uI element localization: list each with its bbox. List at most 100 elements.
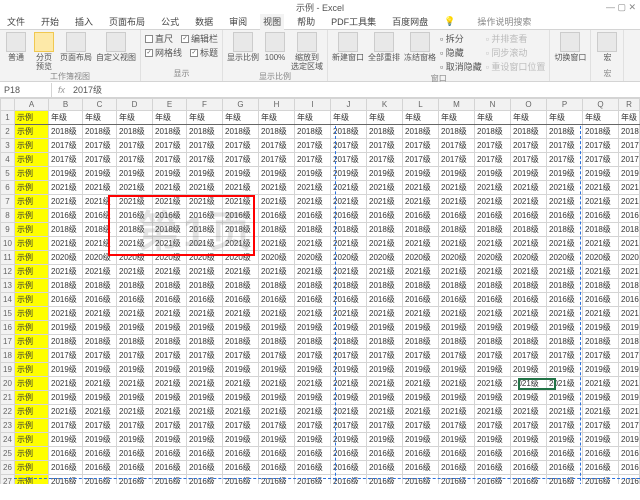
cell[interactable]: 2016级 <box>223 209 259 223</box>
cell[interactable]: 2021级 <box>117 195 153 209</box>
cell[interactable]: 2017级 <box>187 139 223 153</box>
cell[interactable]: 2016级 <box>403 447 439 461</box>
cell[interactable]: 2020级 <box>439 251 475 265</box>
view-0[interactable]: 普通 <box>4 32 28 71</box>
cell[interactable]: 2017级 <box>547 419 583 433</box>
cell[interactable]: 2018级 <box>475 335 511 349</box>
cell[interactable]: 2018级 <box>49 125 83 139</box>
tell-me[interactable]: 操作说明搜索 <box>474 13 534 30</box>
cell[interactable]: 2021级 <box>367 307 403 321</box>
cell[interactable]: 2019级 <box>223 167 259 181</box>
cell[interactable]: 2016级 <box>331 461 367 475</box>
cell[interactable]: 2019级 <box>223 433 259 447</box>
cell[interactable]: 2021级 <box>117 377 153 391</box>
cell[interactable]: 2021级 <box>583 181 619 195</box>
cell[interactable]: 2020级 <box>49 251 83 265</box>
cell[interactable]: 2018级 <box>511 335 547 349</box>
col-F[interactable]: F <box>187 99 223 111</box>
cell[interactable]: 2016级 <box>187 461 223 475</box>
cell[interactable]: 2021级 <box>153 405 187 419</box>
cell[interactable]: 2016级 <box>439 293 475 307</box>
cell[interactable]: 2021级 <box>295 181 331 195</box>
cell[interactable]: 2021级 <box>331 307 367 321</box>
cell[interactable]: 2019级 <box>511 433 547 447</box>
cell[interactable]: 2016级 <box>223 475 259 485</box>
cell[interactable]: 2019级 <box>223 391 259 405</box>
cell[interactable]: 2021级 <box>187 307 223 321</box>
cell[interactable]: 2016级 <box>117 209 153 223</box>
cell[interactable]: 2018级 <box>187 335 223 349</box>
cell[interactable]: 2021级 <box>547 265 583 279</box>
row-8[interactable]: 8 <box>1 209 15 223</box>
cell[interactable]: 2019级 <box>223 363 259 377</box>
cell[interactable]: 年级 <box>117 111 153 125</box>
cell[interactable]: 2021级 <box>439 195 475 209</box>
cell[interactable]: 2016级 <box>331 209 367 223</box>
cell[interactable]: 2017级 <box>511 139 547 153</box>
cell[interactable]: 2017级 <box>439 349 475 363</box>
cell[interactable]: 2020级 <box>547 251 583 265</box>
cell[interactable]: 2019级 <box>475 391 511 405</box>
cell[interactable]: 2016级 <box>583 461 619 475</box>
cell[interactable]: 2016级 <box>187 209 223 223</box>
cell[interactable]: 2021级 <box>583 307 619 321</box>
row-26[interactable]: 26 <box>1 461 15 475</box>
cell[interactable]: 年级 <box>439 111 475 125</box>
cell[interactable]: 2016级 <box>153 447 187 461</box>
cell[interactable]: 2017级 <box>83 419 117 433</box>
cell[interactable]: 2021级 <box>259 195 295 209</box>
row-10[interactable]: 10 <box>1 237 15 251</box>
cell[interactable]: 2018级 <box>223 125 259 139</box>
cell[interactable]: 2016级 <box>295 461 331 475</box>
cell[interactable]: 2018级 <box>153 279 187 293</box>
cell[interactable]: 2016级 <box>475 475 511 485</box>
cell[interactable]: 2021级 <box>117 405 153 419</box>
cell[interactable]: 2016级 <box>83 461 117 475</box>
cell[interactable]: 2021级 <box>511 307 547 321</box>
cell[interactable]: 2021级 <box>187 377 223 391</box>
cell[interactable]: 2016级 <box>439 461 475 475</box>
cell[interactable]: 2021级 <box>117 181 153 195</box>
tab-PDF工具集[interactable]: PDF工具集 <box>328 13 379 30</box>
cell[interactable]: 2016级 <box>187 293 223 307</box>
cell[interactable]: 2017级 <box>511 419 547 433</box>
cell[interactable]: 2017级 <box>475 349 511 363</box>
cell[interactable]: 2021级 <box>439 265 475 279</box>
cell[interactable]: 2019级 <box>83 167 117 181</box>
cell[interactable]: 2021级 <box>367 405 403 419</box>
cell[interactable]: 2019级 <box>547 391 583 405</box>
cell[interactable]: 2021级 <box>331 181 367 195</box>
cell[interactable]: 2021级 <box>83 237 117 251</box>
cell[interactable]: 2019级 <box>547 321 583 335</box>
cell[interactable]: 2021级 <box>259 237 295 251</box>
cell[interactable]: 示例 <box>15 209 49 223</box>
cell[interactable]: 2018级 <box>223 279 259 293</box>
cell[interactable]: 2021级 <box>511 181 547 195</box>
cell[interactable]: 2021级 <box>403 181 439 195</box>
cell[interactable]: 2017级 <box>259 419 295 433</box>
cell[interactable]: 2017级 <box>403 349 439 363</box>
cell[interactable]: 年级 <box>547 111 583 125</box>
cell[interactable]: 2021级 <box>331 195 367 209</box>
cell[interactable]: 2016级 <box>367 447 403 461</box>
col-G[interactable]: G <box>223 99 259 111</box>
cell[interactable]: 2017级 <box>117 139 153 153</box>
cell[interactable]: 2021级 <box>475 265 511 279</box>
cell[interactable]: 2021级 <box>475 405 511 419</box>
cell[interactable]: 2017级 <box>439 153 475 167</box>
cell[interactable]: 示例 <box>15 335 49 349</box>
cell[interactable]: 2017级 <box>367 153 403 167</box>
cell[interactable]: 2019级 <box>583 321 619 335</box>
cell[interactable]: 2017级 <box>403 153 439 167</box>
cell[interactable]: 2021级 <box>259 405 295 419</box>
col-O[interactable]: O <box>511 99 547 111</box>
view-2[interactable]: 页面布局 <box>60 32 92 71</box>
cell[interactable]: 2018级 <box>511 279 547 293</box>
cell[interactable]: 年级 <box>49 111 83 125</box>
cell[interactable]: 2016级 <box>259 293 295 307</box>
col-C[interactable]: C <box>83 99 117 111</box>
cell[interactable]: 2016级 <box>475 447 511 461</box>
cell[interactable]: 2021级 <box>83 195 117 209</box>
cell[interactable]: 年级 <box>367 111 403 125</box>
cell[interactable]: 2016级 <box>295 293 331 307</box>
